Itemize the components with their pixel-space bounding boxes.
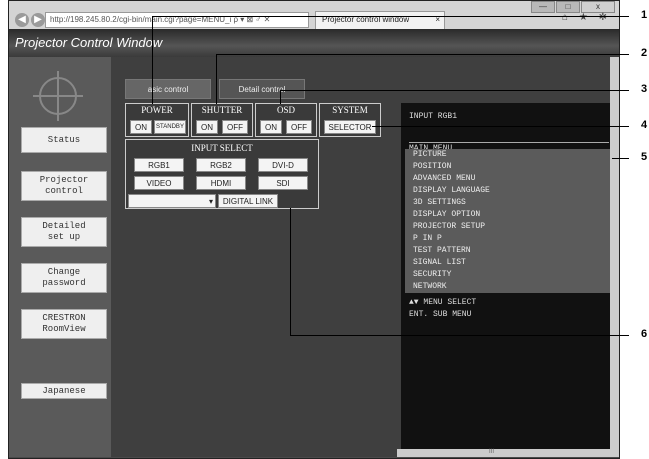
callout-line: [290, 335, 629, 336]
osd-footer-select: ▲▼ MENU SELECT: [409, 298, 477, 307]
sidebar: Status Projector control Detailed set up…: [9, 57, 111, 457]
system-title: SYSTEM: [332, 105, 368, 115]
browser-chrome: — □ x ◀ ▶ http://198.245.80.2/cgi-bin/ma…: [9, 1, 619, 29]
osd-menu-item: PROJECTOR SETUP: [405, 221, 613, 233]
osd-text: INPUT RGB1 MAIN MENU: [409, 111, 609, 154]
input-hdmi-button[interactable]: HDMI: [196, 176, 246, 190]
tab-close-icon[interactable]: ×: [435, 12, 440, 28]
minimize-button[interactable]: —: [531, 1, 555, 13]
system-selector-button[interactable]: SELECTOR: [324, 120, 376, 134]
osd-menu-item: ADVANCED MENU: [405, 173, 613, 185]
input-dropdown[interactable]: ▾: [128, 194, 216, 208]
osd-menu-item: 3D SETTINGS: [405, 197, 613, 209]
callout-6: 6: [640, 328, 648, 340]
digital-link-button[interactable]: DIGITAL LINK: [218, 194, 278, 208]
callout-line: [280, 90, 629, 91]
sidebar-item-detailed-setup[interactable]: Detailed set up: [21, 217, 107, 247]
tab-detail-control[interactable]: Detail control: [219, 79, 305, 99]
input-dvid-button[interactable]: DVI-D: [258, 158, 308, 172]
osd-menu-item: DISPLAY LANGUAGE: [405, 185, 613, 197]
osd-menu-item: POSITION: [405, 161, 613, 173]
osd-menu-item: SECURITY: [405, 269, 613, 281]
callout-4: 4: [640, 119, 648, 131]
shutter-title: SHUTTER: [201, 105, 243, 115]
input-video-button[interactable]: VIDEO: [134, 176, 184, 190]
osd-menu-item: PICTURE: [405, 149, 613, 161]
osd-divider: [409, 135, 609, 143]
app-title: Projector Control Window: [9, 29, 619, 57]
input-select-title: INPUT SELECT: [191, 143, 253, 153]
osd-menu-item: SIGNAL LIST: [405, 257, 613, 269]
osd-group: OSD ON OFF: [255, 103, 317, 137]
osd-footer-submenu: ENT. SUB MENU: [409, 310, 472, 319]
osd-footer: ▲▼ MENU SELECT ENT. SUB MENU: [409, 297, 476, 321]
shutter-group: SHUTTER ON OFF: [191, 103, 253, 137]
sidebar-item-change-password[interactable]: Change password: [21, 263, 107, 293]
shutter-on-button[interactable]: ON: [196, 120, 218, 134]
power-title: POWER: [141, 105, 173, 115]
input-sdi-button[interactable]: SDI: [258, 176, 308, 190]
vertical-scrollbar[interactable]: [610, 57, 619, 457]
chevron-down-icon: ▾: [208, 197, 213, 206]
osd-menu-item: TEST PATTERN: [405, 245, 613, 257]
input-select-group: INPUT SELECT RGB1 RGB2 DVI-D VIDEO HDMI …: [125, 139, 319, 209]
sidebar-item-japanese[interactable]: Japanese: [21, 383, 107, 399]
horizontal-scrollbar[interactable]: III: [397, 449, 615, 457]
callout-line: [152, 16, 153, 104]
osd-off-button[interactable]: OFF: [286, 120, 312, 134]
callout-3: 3: [640, 83, 648, 95]
callout-line: [290, 208, 291, 335]
osd-menu-item: DISPLAY OPTION: [405, 209, 613, 221]
osd-header: INPUT RGB1: [409, 112, 458, 121]
power-group: POWER ON STANDBY: [125, 103, 189, 137]
osd-on-button[interactable]: ON: [260, 120, 282, 134]
browser-tab[interactable]: Projector control window ×: [315, 11, 445, 29]
address-bar[interactable]: http://198.245.80.2/cgi-bin/main.cgi?pag…: [45, 12, 309, 28]
system-group: SYSTEM SELECTOR: [319, 103, 381, 137]
main-panel: asic control Detail control POWER ON STA…: [111, 57, 619, 457]
callout-2: 2: [640, 47, 648, 59]
input-rgb2-button[interactable]: RGB2: [196, 158, 246, 172]
shutter-off-button[interactable]: OFF: [222, 120, 248, 134]
sidebar-item-status[interactable]: Status: [21, 127, 107, 153]
callout-line: [372, 126, 629, 127]
osd-preview: INPUT RGB1 MAIN MENU PICTURE POSITION AD…: [401, 103, 619, 451]
osd-menu-item: NETWORK: [405, 281, 613, 293]
osd-menu-item: P IN P: [405, 233, 613, 245]
callout-line: [152, 16, 629, 17]
forward-arrow-icon[interactable]: ▶: [31, 13, 45, 27]
sidebar-item-crestron-roomview[interactable]: CRESTRON RoomView: [21, 309, 107, 339]
back-arrow-icon[interactable]: ◀: [15, 13, 29, 27]
sidebar-item-projector-control[interactable]: Projector control: [21, 171, 107, 201]
callout-1: 1: [640, 9, 648, 21]
callout-line: [612, 158, 629, 159]
callout-line: [280, 90, 281, 104]
crosshair-logo-icon: [33, 71, 83, 121]
callout-line: [216, 54, 629, 55]
callout-5: 5: [640, 151, 648, 163]
scroll-thumb-grip: III: [489, 449, 495, 455]
callout-line: [216, 54, 217, 104]
toolbar-icons[interactable]: ⌂ ★ ✲: [562, 12, 611, 23]
tab-basic-control[interactable]: asic control: [125, 79, 211, 99]
power-on-button[interactable]: ON: [130, 120, 152, 134]
input-rgb1-button[interactable]: RGB1: [134, 158, 184, 172]
osd-title: OSD: [276, 105, 295, 115]
power-standby-button[interactable]: STANDBY: [154, 120, 186, 134]
browser-window: — □ x ◀ ▶ http://198.245.80.2/cgi-bin/ma…: [8, 0, 620, 459]
